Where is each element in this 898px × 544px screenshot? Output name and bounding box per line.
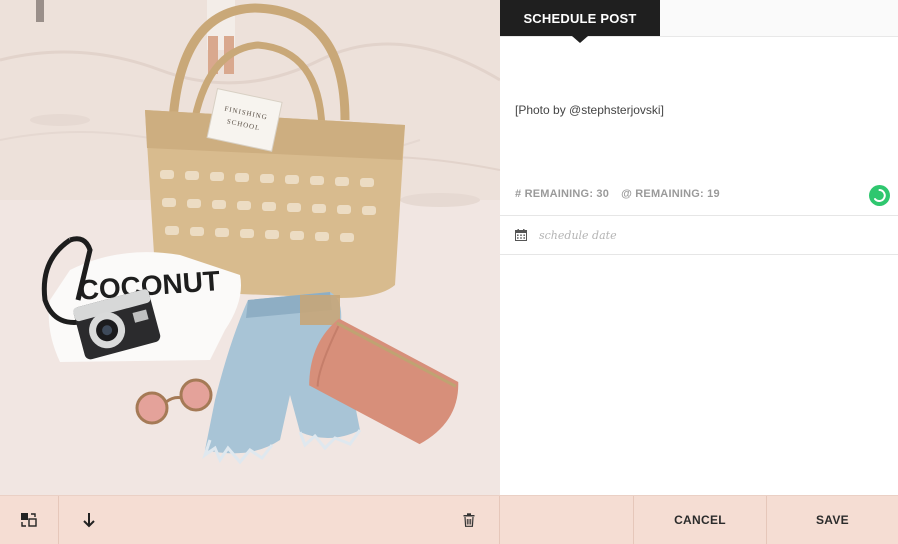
swap-button[interactable] — [0, 496, 58, 544]
save-button[interactable]: SAVE — [767, 496, 898, 544]
toolbar-separator — [499, 496, 500, 544]
bottom-toolbar: CANCEL SAVE — [0, 495, 898, 544]
calendar-icon — [515, 229, 527, 241]
divider — [500, 254, 898, 255]
tab-bar: SCHEDULE POST — [500, 0, 898, 43]
download-button[interactable] — [59, 496, 119, 544]
status-spinner-icon — [869, 185, 890, 206]
cancel-label: CANCEL — [674, 513, 726, 527]
tab-schedule-post[interactable]: SCHEDULE POST — [500, 0, 660, 43]
schedule-date-row[interactable] — [500, 216, 898, 254]
post-photo: FINISHING SCHOOL COCONUT — [0, 0, 500, 495]
post-caption[interactable]: [Photo by @stephsterjovski] — [515, 102, 885, 118]
arrow-down-icon — [83, 513, 95, 528]
post-photo-illustration: FINISHING SCHOOL COCONUT — [0, 0, 500, 495]
trash-icon — [463, 513, 475, 527]
remaining-counters: # REMAINING: 30 @ REMAINING: 19 — [515, 188, 720, 200]
cancel-button[interactable]: CANCEL — [634, 496, 766, 544]
hashtags-remaining: # REMAINING: 30 — [515, 188, 610, 200]
swap-icon — [21, 513, 37, 527]
save-label: SAVE — [816, 513, 849, 527]
delete-button[interactable] — [450, 496, 488, 544]
schedule-panel: SCHEDULE POST [Photo by @stephsterjovski… — [500, 0, 898, 495]
mentions-remaining: @ REMAINING: 19 — [621, 188, 720, 200]
schedule-date-input[interactable] — [539, 225, 869, 245]
